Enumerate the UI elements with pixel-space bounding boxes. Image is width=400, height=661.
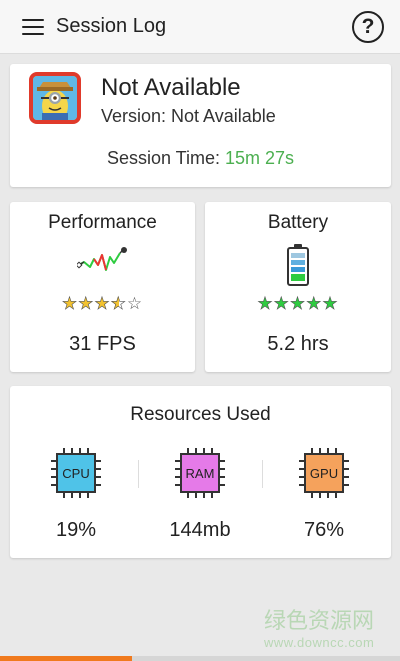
star-full-icon: ★ (78, 294, 95, 314)
battery-title: Battery (267, 212, 329, 233)
hamburger-menu-icon[interactable] (22, 18, 46, 36)
watermark-url: www.downcc.com (264, 635, 375, 650)
game-name: Not Available (101, 74, 241, 101)
star-full-icon: ★ (61, 294, 79, 314)
performance-value: 31 FPS (69, 333, 136, 355)
chip-label-gpu: GPU (310, 466, 338, 481)
session-time-label: Session Time: (106, 148, 225, 168)
session-progress-fill (0, 656, 132, 661)
battery-card[interactable]: Battery ★★★★★ 5.2 hrs (205, 202, 391, 372)
page-title: Session Log (56, 15, 167, 37)
ram-value: 144mb (169, 519, 231, 541)
star-full-icon: ★ (289, 294, 307, 314)
performance-card[interactable]: Performance ★★★★☆ 31 FPS (10, 202, 195, 372)
star-full-icon: ★ (322, 294, 339, 314)
resource-ram: RAM 144mb (150, 446, 250, 542)
cpu-chip-icon: CPU (51, 448, 101, 498)
gpu-chip-icon: GPU (299, 448, 349, 498)
star-full-icon: ★ (257, 294, 274, 314)
star-empty-icon: ☆ (126, 294, 144, 313)
gpu-value: 76% (303, 519, 345, 541)
chip-label-cpu: CPU (62, 466, 89, 481)
minion-game-icon (29, 72, 81, 124)
battery-value: 5.2 hrs (267, 333, 329, 355)
resources-card: Resources Used CPU 19% RAM 144mb GPU 76% (10, 386, 391, 558)
resource-gpu: GPU 76% (274, 446, 374, 542)
game-version: Version: Not Available (101, 106, 276, 126)
game-info-card: Not Available Version: Not Available Ses… (10, 64, 391, 187)
session-time: Session Time: 15m 27s (10, 148, 391, 169)
star-full-icon: ★ (306, 294, 323, 314)
watermark-logo: 绿色资源网 (264, 605, 384, 638)
resources-title: Resources Used (130, 404, 271, 425)
star-full-icon: ★ (273, 294, 290, 314)
star-full-icon: ★ (94, 294, 111, 314)
session-time-value: 15m 27s (225, 148, 295, 168)
cpu-value: 19% (55, 519, 97, 541)
chip-label-ram: RAM (186, 466, 215, 481)
help-button[interactable]: ? (352, 11, 384, 43)
star-half-icon: ★ (110, 294, 127, 314)
question-mark-icon: ? (361, 15, 375, 38)
watermark-text: 绿色资源网 (264, 609, 374, 633)
performance-title: Performance (48, 212, 157, 233)
divider (138, 460, 139, 488)
battery-rating: ★★★★★ (205, 294, 391, 314)
fps-graph-icon (74, 246, 129, 281)
battery-icon (287, 244, 309, 291)
app-bar: Session Log ? (0, 0, 400, 54)
divider (262, 460, 263, 488)
resource-cpu: CPU 19% (26, 446, 126, 542)
session-progress-bar (0, 656, 400, 661)
performance-rating: ★★★★☆ (10, 294, 195, 314)
ram-chip-icon: RAM (175, 448, 225, 498)
